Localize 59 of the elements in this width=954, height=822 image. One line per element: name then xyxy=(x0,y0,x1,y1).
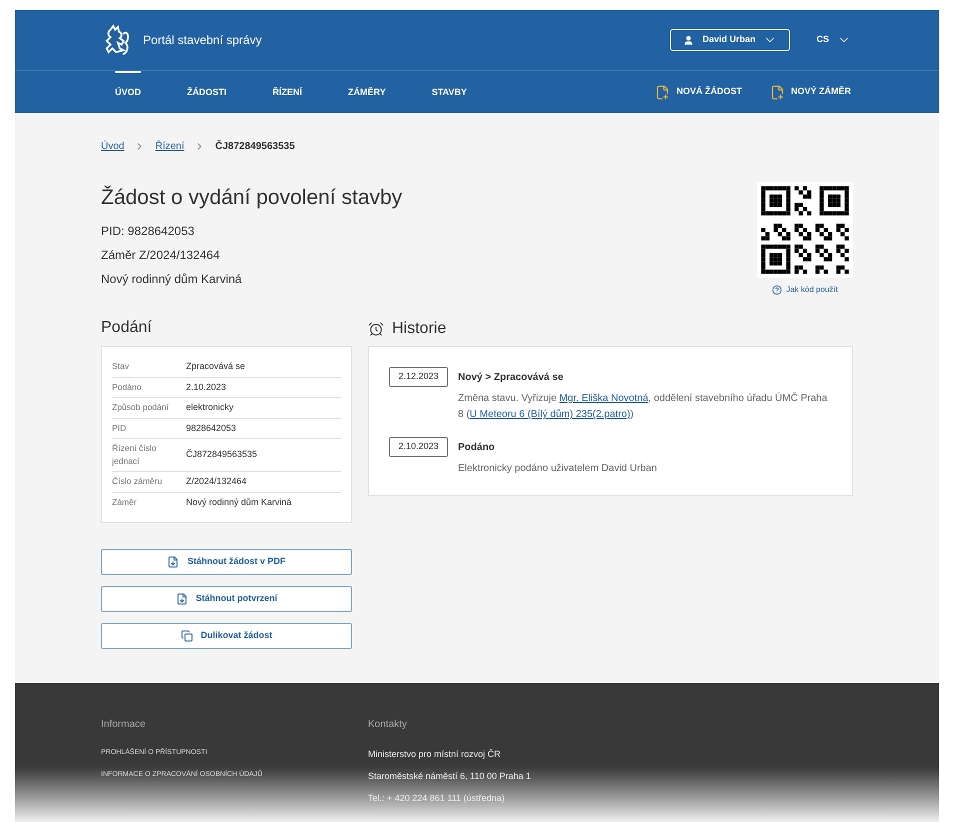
file-download-icon xyxy=(176,593,188,605)
file-plus-icon xyxy=(770,84,785,100)
history-link[interactable]: U Meteoru 6 (Bílý dům) 235(2.patro) xyxy=(470,409,630,420)
footer-text: Ministerstvo pro místní rozvoj ČR xyxy=(368,748,502,761)
section-heading: Historie xyxy=(392,319,446,339)
detail-label: Způsob podání xyxy=(112,401,170,414)
detail-label: Stav xyxy=(112,360,130,374)
file-plus-icon xyxy=(655,84,670,100)
detail-value: ČJ872849563535 xyxy=(186,448,258,462)
info-line: Nový rodinný dům Karviná xyxy=(101,272,243,286)
date-badge: 2.10.2023 xyxy=(389,437,448,457)
breadcrumb-link[interactable]: Úvod xyxy=(101,139,124,154)
history-description: Změna stavu. Vyřizuje Mgr. Eliška Novotná, oddělení stavebního úřadu ÚMČ Praha 8 (U Meteoru 6 (Bílý dům) 235(2.patro)) xyxy=(458,391,828,422)
qr-code-icon xyxy=(757,182,853,278)
nav-tab[interactable]: ZÁMĚRY xyxy=(348,71,386,113)
detail-label: Řízení číslo jednací xyxy=(112,442,158,468)
alarm-clock-icon xyxy=(368,321,384,337)
footer-heading: Informace xyxy=(101,718,146,732)
nav-tab[interactable]: ŽÁDOSTI xyxy=(187,71,227,113)
action-button[interactable]: Stáhnout potvrzení xyxy=(101,586,352,612)
user-menu-button[interactable]: David Urban xyxy=(670,29,790,51)
page-title: Žádost o vydání povolení stavby xyxy=(101,184,402,211)
detail-value: 9828642053 xyxy=(186,422,236,434)
help-icon xyxy=(772,285,782,295)
nav-tab[interactable]: ŘÍZENÍ xyxy=(272,71,302,113)
footer-text: Tel.: + 420 224 861 111 (ústředna) xyxy=(368,792,506,805)
footer-heading: Kontakty xyxy=(368,718,408,732)
detail-value: 2.10.2023 xyxy=(186,380,226,394)
info-line: Záměr Z/2024/132464 xyxy=(101,248,221,262)
detail-label: Záměr xyxy=(112,496,138,509)
footer-text: Staroměstské náměstí 6, 110 00 Praha 1 xyxy=(368,770,532,783)
detail-value: elektronicky xyxy=(186,401,234,414)
portal-title: Portál stavební správy xyxy=(143,32,262,49)
nav-tab[interactable]: STAVBY xyxy=(432,71,467,113)
action-button[interactable]: Dulikovat žádost xyxy=(101,623,352,649)
lion-emblem-icon xyxy=(103,24,131,56)
detail-label: PID xyxy=(112,422,128,435)
history-title: Podáno xyxy=(458,441,496,455)
detail-value: Nový rodinný dům Karviná xyxy=(186,496,292,509)
action-button[interactable]: Stáhnout žádost v PDF xyxy=(101,549,352,575)
copy-icon xyxy=(180,630,193,642)
file-download-icon xyxy=(167,556,180,568)
breadcrumb-link[interactable]: Řízení xyxy=(155,139,184,154)
history-description: Elektronicky podáno uživatelem David Urban xyxy=(458,462,657,476)
date-badge: 2.12.2023 xyxy=(389,367,448,387)
detail-label: Číslo záměru xyxy=(112,475,164,488)
breadcrumb-current: ČJ872849563535 xyxy=(215,139,295,154)
qr-help-link[interactable]: Jak kód použít xyxy=(772,284,838,296)
language-button[interactable]: CS xyxy=(816,33,851,47)
detail-value: Zpracovává se xyxy=(186,360,246,373)
info-line: PID: 9828642053 xyxy=(101,224,196,238)
user-icon xyxy=(683,34,694,46)
detail-label: Podáno xyxy=(112,380,142,394)
history-link[interactable]: Mgr. Eliška Novotná xyxy=(559,393,648,404)
new-item-button[interactable]: NOVÝ ZÁMĚR xyxy=(770,71,851,113)
detail-value: Z/2024/132464 xyxy=(186,475,247,488)
new-item-button[interactable]: NOVÁ ŽÁDOST xyxy=(655,71,742,113)
history-title: Nový > Zpracovává se xyxy=(458,371,564,385)
section-heading: Podání xyxy=(101,318,153,338)
